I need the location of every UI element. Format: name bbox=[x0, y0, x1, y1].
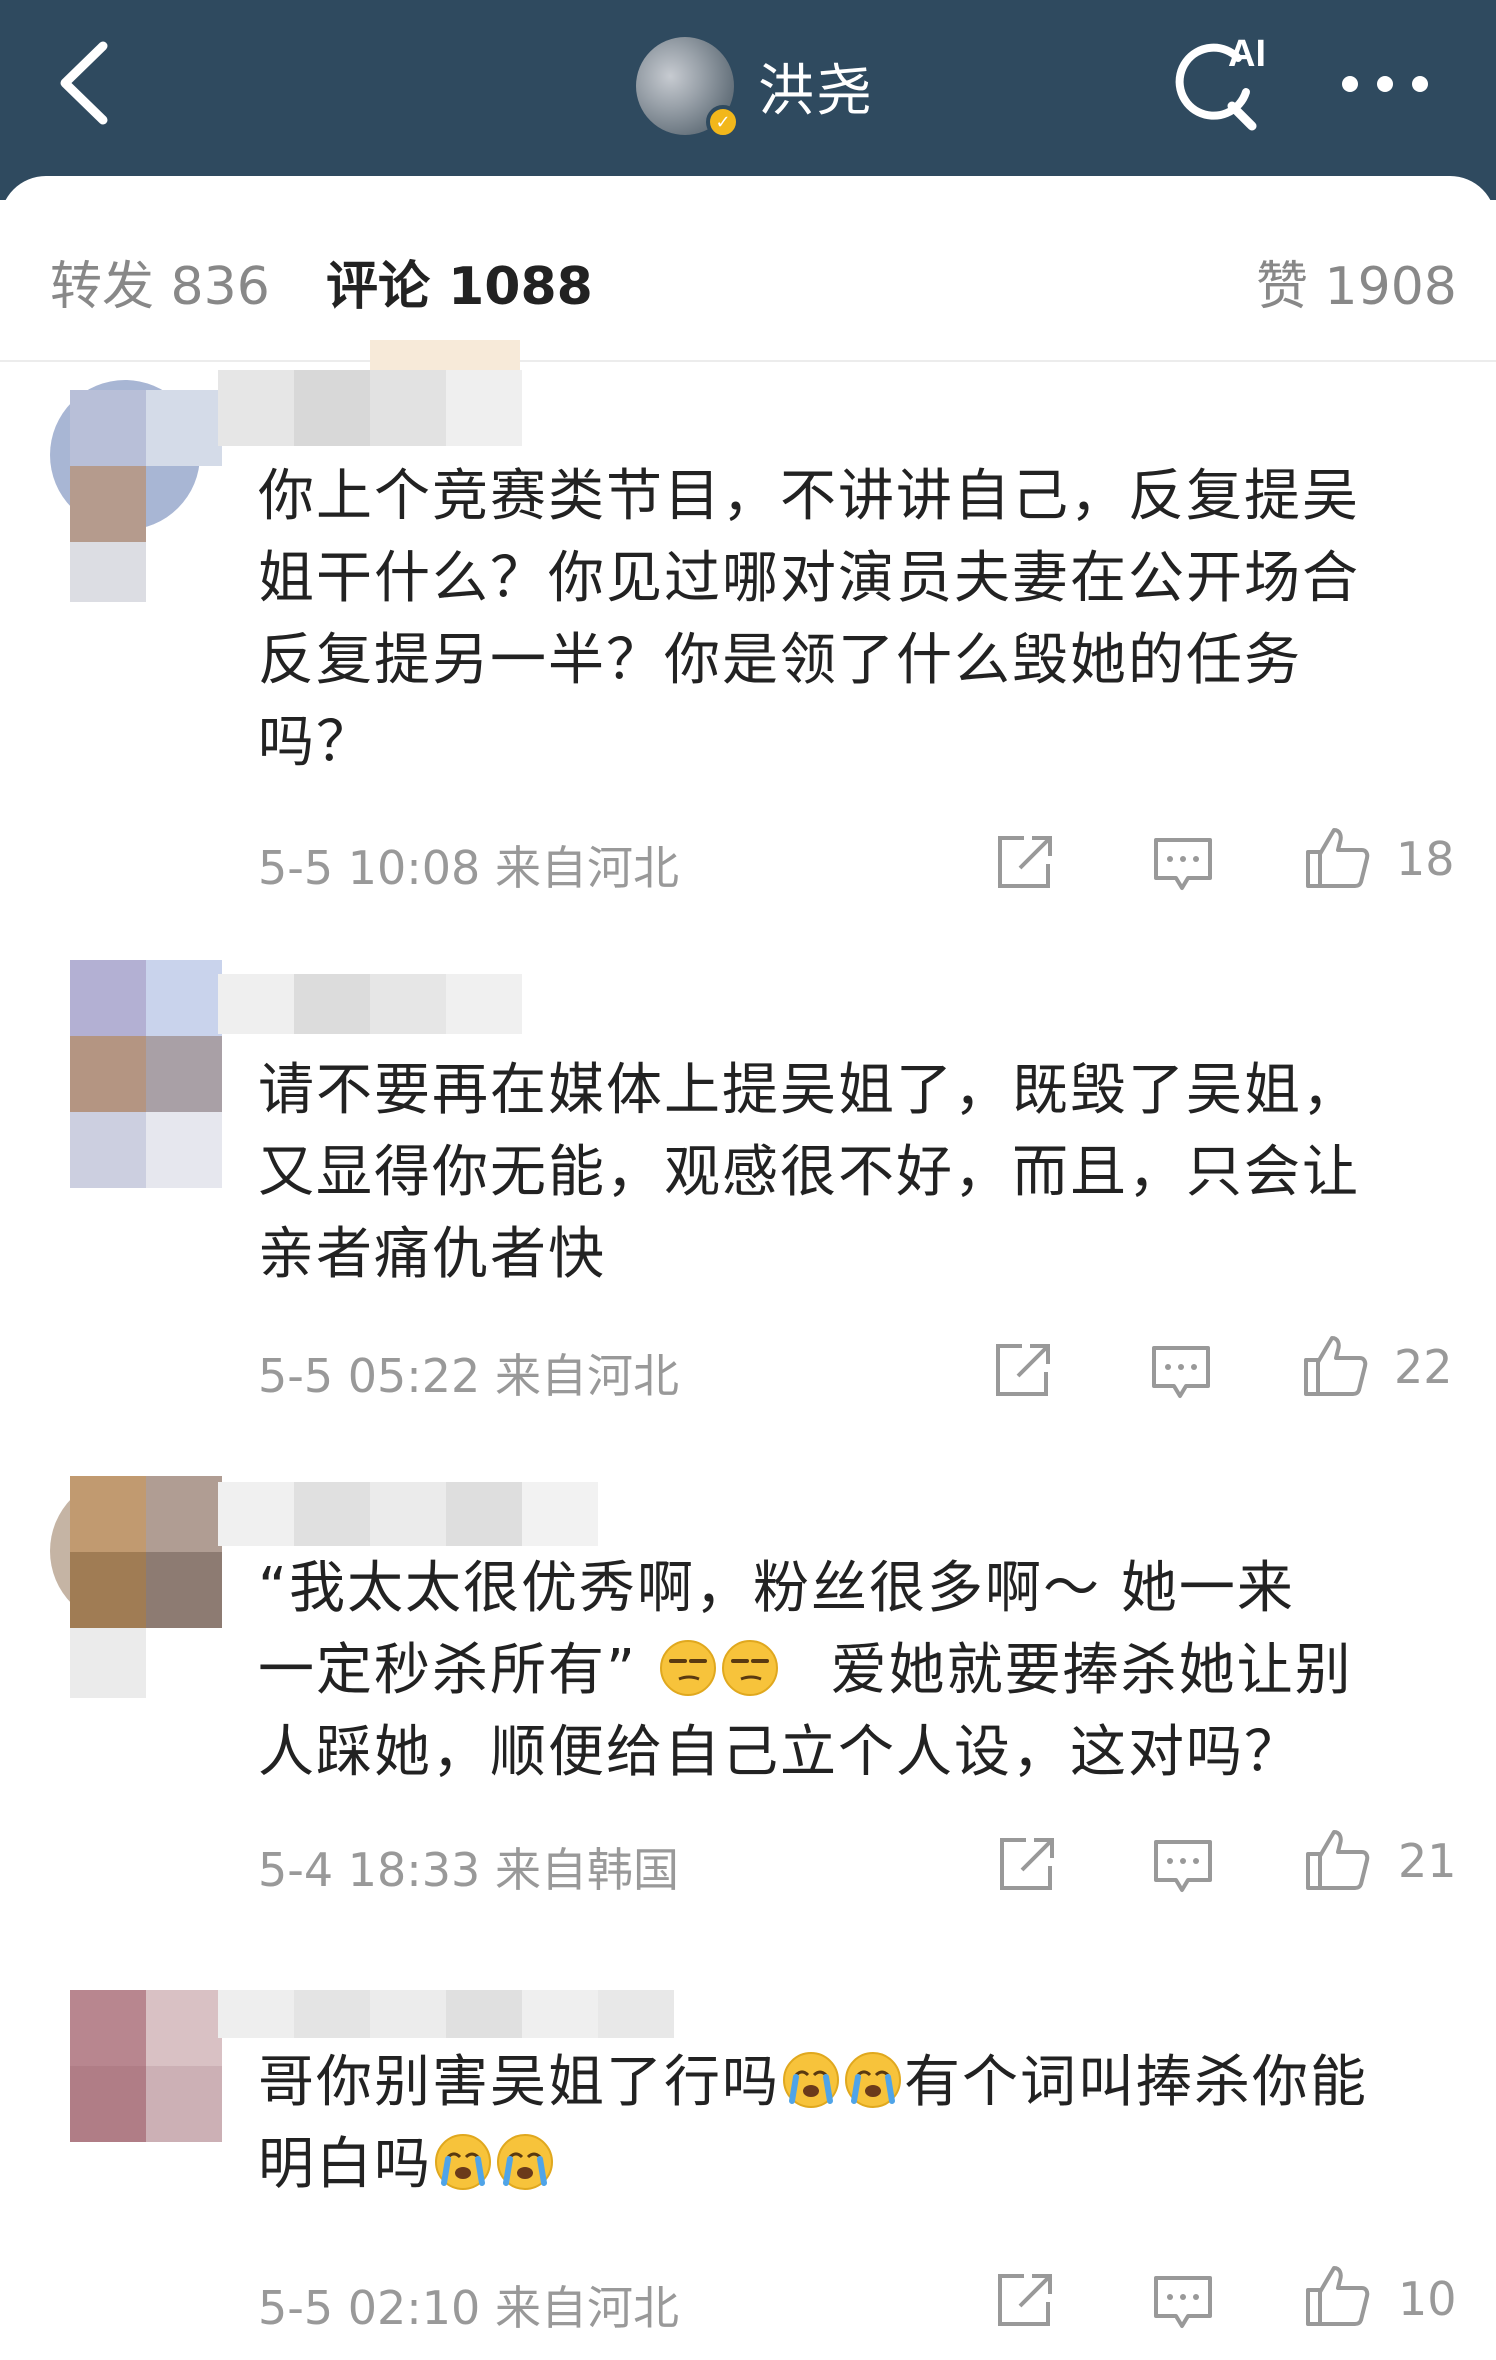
reply-icon bbox=[1154, 838, 1212, 890]
comment-meta: 5-5 05:22 来自河北 bbox=[258, 1349, 679, 1403]
avatar[interactable]: ✓ bbox=[636, 37, 740, 139]
comment-meta: 5-5 02:10 来自河北 bbox=[258, 2281, 679, 2335]
comment-meta: 5-5 10:08 来自河北 bbox=[258, 841, 679, 895]
comment-line-part: 一定秒杀所有” bbox=[258, 1638, 638, 1703]
like-count: 21 bbox=[1398, 1834, 1457, 1888]
thumbs-up-icon bbox=[1306, 2266, 1370, 2326]
avatar[interactable] bbox=[50, 380, 222, 602]
like-count: 18 bbox=[1396, 832, 1455, 886]
ai-label: AI bbox=[1228, 33, 1266, 75]
avatar[interactable] bbox=[50, 1990, 222, 2190]
like-button[interactable] bbox=[1302, 2260, 1372, 2330]
tab-repost[interactable]: 转发 836 bbox=[50, 244, 270, 319]
comment-text: 你上个竞赛类节目，不讲讲自己，反复提吴 姐干什么？你见过哪对演员夫妻在公开场合 … bbox=[258, 456, 1458, 784]
avatar[interactable] bbox=[50, 960, 222, 1188]
comment-line-part: 爱她就要捧杀她让别 bbox=[830, 1638, 1353, 1703]
comment-line-part: 明白吗 bbox=[258, 2132, 432, 2197]
more-icon-dot bbox=[1412, 76, 1428, 92]
top-navigation-bar: ✓ 洪尧 AI bbox=[0, 0, 1496, 200]
comment-line-part: 有个词叫捧杀你能 bbox=[904, 2050, 1368, 2115]
comment-line: 反复提另一半？你是领了什么毁她的任务 bbox=[258, 628, 1302, 693]
comment-line: 姐干什么？你见过哪对演员夫妻在公开场合 bbox=[258, 546, 1360, 611]
profile-header[interactable]: ✓ 洪尧 bbox=[636, 36, 874, 139]
comment-line: 又显得你无能，观感很不好，而且，只会让 bbox=[258, 1140, 1360, 1205]
comment-line: 吗？ bbox=[258, 710, 374, 775]
reply-button[interactable] bbox=[1148, 828, 1218, 898]
like-button[interactable] bbox=[1300, 1330, 1370, 1400]
tab-comments[interactable]: 评论 1088 bbox=[326, 244, 593, 319]
reply-button[interactable] bbox=[1148, 2266, 1218, 2336]
comment-text: “我太太很优秀啊，粉丝很多啊～ 她一来 一定秒杀所有” 爱她就要捧杀她让别 人踩… bbox=[258, 1548, 1458, 1794]
share-icon bbox=[1000, 1838, 1054, 1890]
avatar[interactable] bbox=[50, 1476, 222, 1698]
more-icon-dot bbox=[1377, 76, 1393, 92]
reply-icon bbox=[1154, 1840, 1212, 1892]
share-button[interactable] bbox=[990, 828, 1060, 898]
more-button[interactable] bbox=[1330, 54, 1440, 114]
share-icon bbox=[996, 1344, 1050, 1396]
share-icon bbox=[998, 2274, 1052, 2326]
thumbs-up-icon bbox=[1306, 1830, 1370, 1890]
more-icon-dot bbox=[1342, 76, 1358, 92]
share-icon bbox=[998, 836, 1052, 888]
page-title: 洪尧 bbox=[758, 58, 874, 124]
share-button[interactable] bbox=[992, 1830, 1062, 1900]
share-button[interactable] bbox=[990, 2266, 1060, 2336]
like-button[interactable] bbox=[1302, 822, 1372, 892]
reply-button[interactable] bbox=[1148, 1830, 1218, 1900]
thumbs-up-icon bbox=[1306, 828, 1370, 888]
reply-icon bbox=[1154, 2276, 1212, 2328]
stats-tabs: 转发 836 评论 1088 赞 1908 bbox=[0, 176, 1496, 362]
comment-line: 请不要再在媒体上提吴姐了，既毁了吴姐， bbox=[258, 1058, 1360, 1123]
reply-button[interactable] bbox=[1146, 1336, 1216, 1406]
share-button[interactable] bbox=[988, 1336, 1058, 1406]
crying-emoji bbox=[435, 2134, 491, 2190]
comment-line: 你上个竞赛类节目，不讲讲自己，反复提吴 bbox=[258, 464, 1360, 529]
comment-line: 哥你别害吴姐了行吗 有个词叫捧杀你能 bbox=[258, 2042, 1458, 2124]
ai-search-button[interactable]: AI bbox=[1166, 28, 1274, 136]
tab-likes[interactable]: 赞 1908 bbox=[1256, 244, 1457, 319]
comment-line-part: 哥你别害吴姐了行吗 bbox=[258, 2050, 780, 2115]
comment-line: 明白吗 bbox=[258, 2124, 1458, 2206]
reply-icon bbox=[1152, 1346, 1210, 1398]
comment-line: 亲者痛仇者快 bbox=[258, 1222, 606, 1287]
smirk-emoji bbox=[659, 1640, 716, 1696]
comment-text: 请不要再在媒体上提吴姐了，既毁了吴姐， 又显得你无能，观感很不好，而且，只会让 … bbox=[258, 1050, 1458, 1296]
comment-line: “我太太很优秀啊，粉丝很多啊～ 她一来 bbox=[258, 1556, 1295, 1621]
verified-badge-icon: ✓ bbox=[706, 105, 740, 139]
crying-emoji bbox=[783, 2052, 839, 2108]
crying-emoji bbox=[497, 2134, 553, 2190]
like-count: 22 bbox=[1394, 1340, 1453, 1394]
comment-meta: 5-4 18:33 来自韩国 bbox=[258, 1843, 679, 1897]
smirk-emoji bbox=[721, 1640, 778, 1696]
like-count: 10 bbox=[1398, 2272, 1457, 2326]
chevron-left-icon bbox=[60, 41, 108, 125]
comment-line: 人踩她，顺便给自己立个人设，这对吗？ bbox=[258, 1720, 1302, 1785]
back-button[interactable] bbox=[48, 38, 118, 128]
thumbs-up-icon bbox=[1304, 1336, 1368, 1396]
ai-search-icon: AI bbox=[1175, 33, 1266, 131]
comment-text: 哥你别害吴姐了行吗 有个词叫捧杀你能 明白吗 bbox=[258, 2042, 1458, 2206]
like-button[interactable] bbox=[1302, 1824, 1372, 1894]
comment-line: 一定秒杀所有” 爱她就要捧杀她让别 bbox=[258, 1630, 1458, 1712]
crying-emoji bbox=[845, 2052, 901, 2108]
